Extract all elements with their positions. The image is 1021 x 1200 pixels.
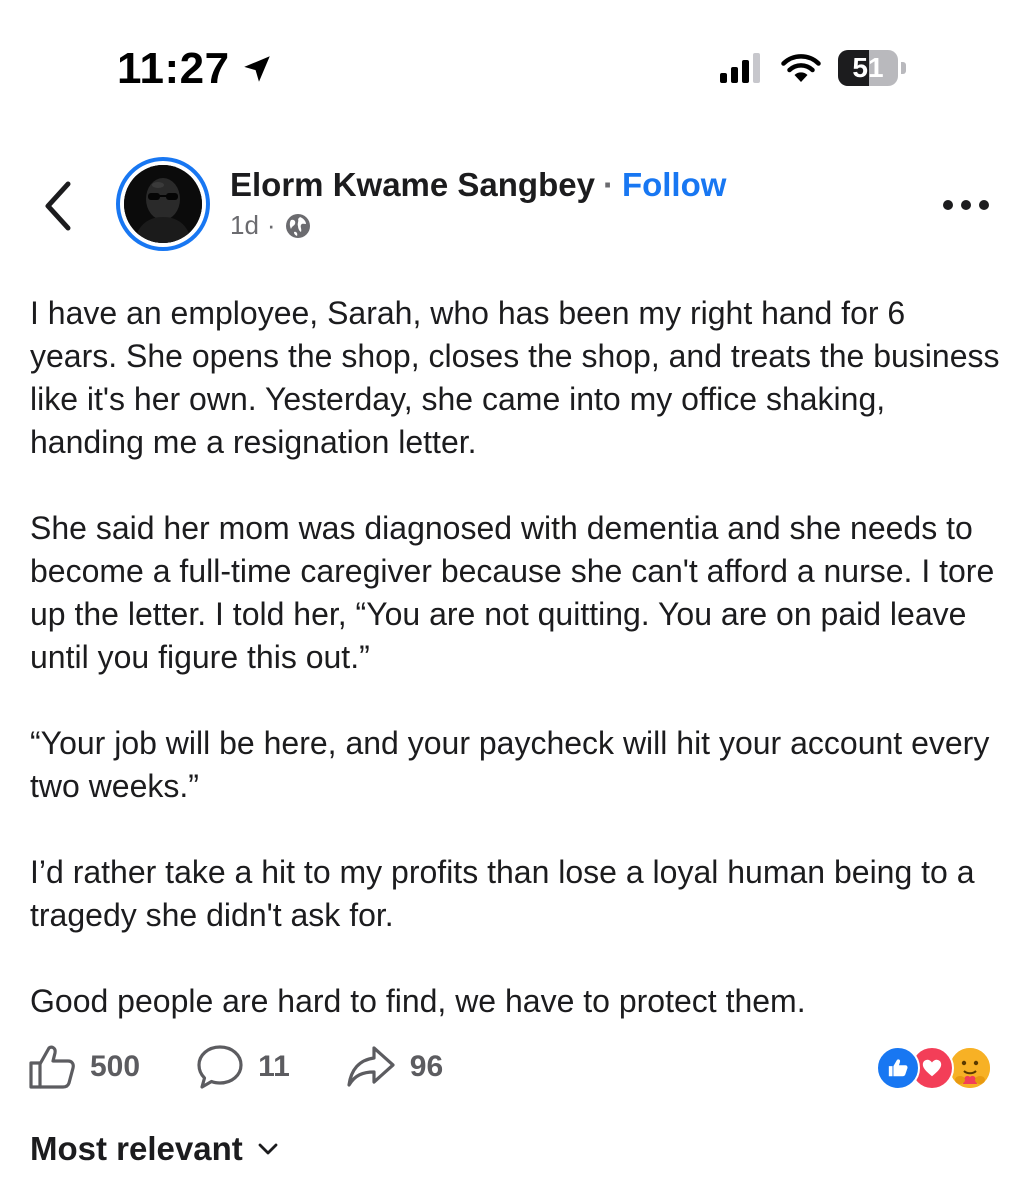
comment-count: 11 bbox=[258, 1050, 290, 1083]
like-button[interactable]: 500 bbox=[28, 1044, 140, 1090]
status-bar: 11:27 51 bbox=[0, 0, 1021, 140]
thumbs-up-icon bbox=[29, 1045, 75, 1089]
wifi-icon bbox=[781, 54, 821, 82]
battery-tip bbox=[901, 62, 906, 74]
post-paragraph: I have an employee, Sarah, who has been … bbox=[30, 295, 1000, 460]
back-button[interactable] bbox=[36, 178, 80, 234]
avatar bbox=[124, 165, 202, 243]
post-body: I have an employee, Sarah, who has been … bbox=[30, 292, 1000, 1066]
follow-button[interactable]: Follow bbox=[622, 166, 726, 204]
battery-level: 51 bbox=[852, 52, 884, 83]
share-button[interactable]: 96 bbox=[346, 1044, 443, 1090]
post-meta: 1d · bbox=[230, 210, 312, 241]
more-options-icon bbox=[943, 200, 989, 210]
post-paragraph: “Your job will be here, and your paychec… bbox=[30, 725, 990, 804]
comment-sort-label: Most relevant bbox=[30, 1130, 243, 1167]
author-line: Elorm Kwame Sangbey · Follow bbox=[230, 166, 726, 204]
chevron-down-icon bbox=[258, 1143, 278, 1155]
care-reaction-icon bbox=[948, 1046, 992, 1090]
like-reaction-icon bbox=[876, 1046, 920, 1090]
more-options-button[interactable] bbox=[936, 190, 996, 220]
battery-icon: 51 bbox=[838, 50, 906, 86]
post-paragraph: She said her mom was diagnosed with deme… bbox=[30, 510, 995, 675]
reaction-summary[interactable] bbox=[876, 1046, 996, 1090]
comment-sort-button[interactable]: Most relevant bbox=[30, 1130, 279, 1168]
cellular-signal-icon bbox=[720, 53, 760, 83]
name-separator: · bbox=[602, 166, 614, 203]
location-arrow-icon bbox=[243, 56, 270, 82]
comment-bubble-icon bbox=[197, 1045, 243, 1089]
meta-separator: · bbox=[266, 210, 276, 240]
share-arrow-icon bbox=[347, 1046, 395, 1087]
share-count: 96 bbox=[409, 1050, 444, 1083]
battery-body: 51 bbox=[838, 50, 898, 86]
author-avatar-button[interactable] bbox=[116, 157, 210, 251]
status-time: 11:27 bbox=[117, 44, 230, 93]
globe-icon bbox=[285, 213, 310, 238]
author-name[interactable]: Elorm Kwame Sangbey bbox=[230, 166, 595, 204]
post-timestamp[interactable]: 1d bbox=[230, 210, 259, 241]
post-action-bar: 500 11 96 bbox=[28, 1044, 499, 1090]
status-time-group: 11:27 bbox=[117, 44, 274, 94]
like-count: 500 bbox=[90, 1050, 141, 1083]
post-paragraph: I’d rather take a hit to my profits than… bbox=[30, 854, 975, 933]
comment-button[interactable]: 11 bbox=[196, 1044, 290, 1090]
chevron-left-icon bbox=[45, 181, 71, 231]
status-indicators: 51 bbox=[720, 50, 906, 86]
avatar-photo bbox=[124, 165, 202, 243]
post-paragraph: Good people are hard to find, we have to… bbox=[30, 983, 806, 1019]
